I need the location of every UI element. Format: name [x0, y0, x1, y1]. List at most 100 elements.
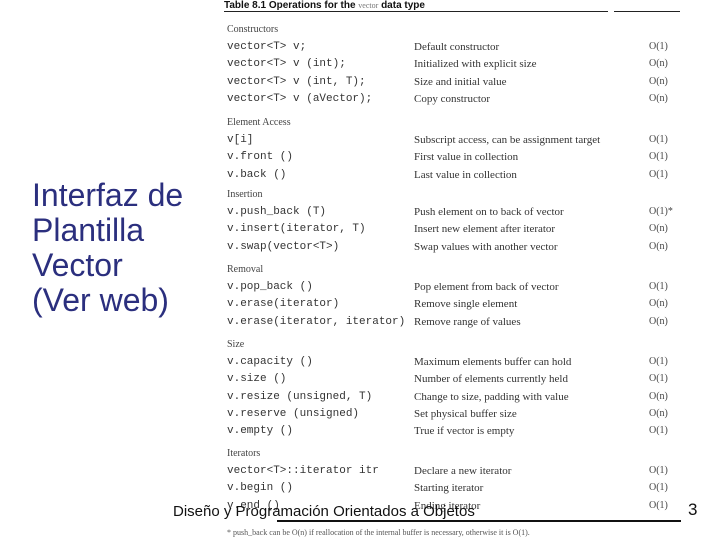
operation-cell: v.empty () [227, 425, 294, 438]
caption-suffix: data type [378, 0, 425, 11]
slide-title: Interfaz de Plantilla Vector (Ver web) [32, 178, 183, 318]
table-row: v.swap(vector<T>) Swap values with anothe… [224, 241, 680, 257]
complexity-cell: O(1) [649, 425, 668, 437]
operation-cell: vector<T> v (aVector); [227, 92, 373, 105]
table-row: v.begin () Starting iterator O(1) [224, 482, 680, 498]
complexity-cell: O(1) [649, 151, 668, 163]
complexity-cell: O(1) [649, 41, 668, 52]
operation-cell: v.front () [227, 151, 294, 164]
complexity-cell: O(n) [649, 223, 668, 235]
operation-cell: v.capacity () [227, 356, 313, 368]
complexity-cell: O(1) [649, 134, 668, 145]
section-label: Insertion [227, 189, 263, 200]
description-cell: First value in collection [414, 151, 519, 164]
complexity-cell: O(1) [649, 373, 668, 385]
complexity-cell: O(1) [649, 281, 668, 292]
description-cell: Push element on to back of vector [414, 206, 564, 218]
description-cell: Maximum elements buffer can hold [414, 356, 572, 368]
description-cell: Remove range of values [414, 315, 521, 328]
section-label: Iterators [227, 448, 261, 459]
table-row: v.resize (unsigned, T) Change to size, pa… [224, 391, 680, 407]
operation-cell: v.erase(iterator) [227, 298, 340, 311]
operation-cell: v[i] [227, 134, 254, 146]
description-cell: Pop element from back of vector [414, 281, 559, 293]
description-cell: Number of elements currently held [414, 373, 568, 386]
caption-rule [614, 11, 680, 12]
page-number: 3 [688, 500, 698, 519]
complexity-cell: O(n) [649, 407, 668, 419]
table-row: v.pop_back () Pop element from back of ve… [224, 281, 680, 297]
description-cell: Declare a new iterator [414, 465, 512, 477]
table-row: v.reserve (unsigned) Set physical buffer … [224, 408, 680, 424]
caption-prefix: Table 8.1 Operations for the [224, 0, 359, 11]
table-row: vector<T> v (int, T); Size and initial va… [224, 76, 680, 92]
complexity-cell: O(n) [649, 390, 668, 402]
complexity-cell: O(1) [649, 482, 668, 494]
operation-cell: v.begin () [227, 482, 294, 495]
table-row: v.erase(iterator, iterator) Remove range … [224, 316, 680, 332]
table-row: v.front () First value in collection O(1) [224, 151, 680, 167]
operation-cell: v.push_back (T) [227, 206, 327, 218]
table-row: v.push_back (T) Push element on to back o… [224, 206, 680, 222]
section-label: Removal [227, 264, 264, 275]
table-row: v.back () Last value in collection O(1) [224, 169, 680, 185]
complexity-cell: O(1)* [649, 206, 673, 217]
table-row: vector<T> v (int); Initialized with expli… [224, 58, 680, 74]
complexity-cell: O(n) [649, 75, 668, 87]
slide-footer: Diseño y Programación Orientados a Objet… [173, 503, 475, 520]
complexity-cell: O(n) [649, 92, 668, 104]
table-footnote: * push_back can be O(n) if reallocation … [227, 528, 530, 537]
table-row: v.insert(iterator, T) Insert new element … [224, 223, 680, 239]
slide-title-line: Plantilla [32, 212, 145, 248]
description-cell: Copy constructor [414, 92, 491, 105]
operation-cell: vector<T> v (int); [227, 58, 346, 71]
table-row: v.size () Number of elements currently he… [224, 373, 680, 389]
table-row: v.erase(iterator) Remove single element O(… [224, 298, 680, 314]
slide-title-line: (Ver web) [32, 282, 169, 318]
operation-cell: v.size () [227, 373, 287, 386]
table-row: v.empty () True if vector is empty O(1) [224, 425, 680, 441]
operation-cell: v.pop_back () [227, 281, 313, 293]
slide-title-line: Vector [32, 247, 123, 283]
description-cell: Default constructor [414, 41, 500, 53]
section-label: Constructors [227, 24, 279, 35]
operations-table: Table 8.1 Operations for the vector data… [224, 0, 680, 540]
operation-cell: v.reserve (unsigned) [227, 407, 360, 420]
section-label: Size [227, 339, 245, 350]
operation-cell: v.back () [227, 168, 287, 181]
complexity-cell: O(1) [649, 465, 668, 476]
table-row: v[i] Subscript access, can be assignment … [224, 134, 680, 150]
complexity-cell: O(n) [649, 298, 668, 310]
table-row: vector<T> v; Default constructor O(1) [224, 41, 680, 57]
operation-cell: vector<T> v (int, T); [227, 75, 366, 88]
description-cell: Insert new element after iterator [414, 223, 556, 236]
description-cell: Last value in collection [414, 168, 517, 181]
complexity-cell: O(n) [649, 240, 668, 252]
operation-cell: v.insert(iterator, T) [227, 223, 366, 236]
table-row: v.capacity () Maximum elements buffer can… [224, 356, 680, 372]
table-row: vector<T>::iterator itr Declare a new ite… [224, 465, 680, 481]
operation-cell: vector<T> v; [227, 41, 307, 53]
operation-cell: v.swap(vector<T>) [227, 240, 340, 253]
description-cell: Change to size, padding with value [414, 390, 569, 403]
operation-cell: v.resize (unsigned, T) [227, 390, 373, 403]
description-cell: Starting iterator [414, 482, 484, 495]
complexity-cell: O(n) [649, 58, 668, 70]
operation-cell: v.erase(iterator, iterator) [227, 315, 406, 328]
description-cell: Swap values with another vector [414, 240, 558, 253]
caption-code: vector [358, 1, 379, 10]
description-cell: Initialized with explicit size [414, 58, 537, 71]
table-caption: Table 8.1 Operations for the vector data… [224, 0, 680, 14]
complexity-cell: O(n) [649, 315, 668, 327]
complexity-cell: O(1) [649, 356, 668, 367]
operation-cell: vector<T>::iterator itr [227, 465, 379, 477]
complexity-cell: O(1) [649, 168, 668, 180]
description-cell: Subscript access, can be assignment targ… [414, 134, 601, 146]
footer-divider [277, 520, 681, 522]
description-cell: True if vector is empty [414, 425, 515, 438]
complexity-cell: O(1) [649, 499, 668, 511]
slide-title-line: Interfaz de [32, 177, 184, 213]
description-cell: Remove single element [414, 298, 518, 311]
description-cell: Set physical buffer size [414, 407, 517, 420]
caption-rule [224, 11, 608, 12]
